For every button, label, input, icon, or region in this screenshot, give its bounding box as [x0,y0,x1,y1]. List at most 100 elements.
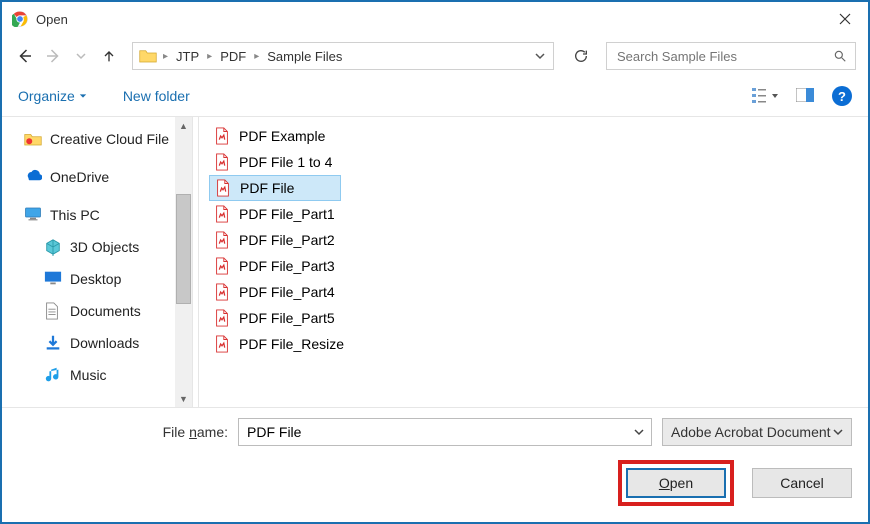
preview-pane-button[interactable] [796,88,814,105]
pdf-icon [213,309,231,327]
file-name: PDF File [240,180,294,196]
refresh-button[interactable] [566,42,596,70]
sidebar-item-label: OneDrive [50,169,109,185]
sidebar-item-label: Downloads [70,335,139,351]
file-name: PDF Example [239,128,325,144]
close-button[interactable] [822,2,868,36]
file-row[interactable]: PDF Example [209,123,868,149]
pdf-icon [213,335,231,353]
file-name: PDF File_Part4 [239,284,335,300]
pc-icon [24,206,42,224]
pdf-icon [214,179,232,197]
pdf-icon [213,283,231,301]
filter-label: Adobe Acrobat Document [671,424,831,440]
sidebar-item-label: Documents [70,303,141,319]
search-icon[interactable] [833,49,847,63]
sidebar-item[interactable]: This PC [2,199,192,231]
chevron-right-icon[interactable]: ▸ [252,51,261,62]
address-bar[interactable]: ▸ JTP ▸ PDF ▸ Sample Files [132,42,554,70]
titlebar: Open [2,2,868,36]
search-box[interactable] [606,42,856,70]
sidebar-scrollbar[interactable]: ▲ ▼ [175,117,192,407]
new-folder-label: New folder [123,88,190,104]
file-name: PDF File_Part1 [239,206,335,222]
file-row[interactable]: PDF File_Part5 [209,305,868,331]
file-name: PDF File 1 to 4 [239,154,332,170]
open-highlight: Open [618,460,734,506]
chevron-down-icon [833,424,843,440]
onedrive-icon [24,168,42,186]
file-name: PDF File_Resize [239,336,344,352]
body: Creative Cloud File OneDrive This PC 3D Obj… [2,116,868,407]
file-row[interactable]: PDF File [209,175,341,201]
sidebar-item-label: Creative Cloud File [50,131,169,147]
pdf-icon [213,257,231,275]
breadcrumb-item[interactable]: JTP [174,49,201,64]
music-icon [44,366,62,384]
chrome-icon [12,11,28,27]
pdf-icon [213,231,231,249]
file-row[interactable]: PDF File_Part3 [209,253,868,279]
sidebar: Creative Cloud File OneDrive This PC 3D Obj… [2,117,192,407]
sidebar-item[interactable]: Music [2,359,192,391]
sidebar-item[interactable]: OneDrive [2,161,192,193]
filename-input-wrap[interactable] [238,418,652,446]
view-mode-button[interactable] [752,87,778,105]
sidebar-item[interactable]: 3D Objects [2,231,192,263]
up-button[interactable] [98,43,120,69]
cancel-label: Cancel [780,475,824,491]
file-row[interactable]: PDF File 1 to 4 [209,149,868,175]
pane-divider[interactable] [192,117,199,407]
organize-label: Organize [18,88,75,104]
sidebar-item[interactable]: Downloads [2,327,192,359]
sidebar-item[interactable]: Documents [2,295,192,327]
file-row[interactable]: PDF File_Part1 [209,201,868,227]
sidebar-item[interactable]: Creative Cloud File [2,123,192,155]
open-button[interactable]: Open [626,468,726,498]
organize-button[interactable]: Organize [18,88,87,104]
forward-button[interactable] [42,43,64,69]
chevron-right-icon[interactable]: ▸ [205,51,214,62]
filename-input[interactable] [239,424,627,440]
recent-dropdown[interactable] [70,43,92,69]
sidebar-item-label: Music [70,367,107,383]
open-dialog: Open ▸ JTP ▸ PDF ▸ Sample Files [0,0,870,524]
scroll-thumb[interactable] [176,194,191,304]
downloads-icon [44,334,62,352]
file-row[interactable]: PDF File_Resize [209,331,868,357]
sidebar-item-label: This PC [50,207,100,223]
3d-icon [44,238,62,256]
sidebar-item-label: 3D Objects [70,239,139,255]
breadcrumb-item[interactable]: Sample Files [265,49,344,64]
address-dropdown[interactable] [527,43,553,69]
sidebar-item-label: Desktop [70,271,121,287]
scroll-up-icon[interactable]: ▲ [175,117,192,134]
nav-row: ▸ JTP ▸ PDF ▸ Sample Files [2,36,868,76]
scroll-down-icon[interactable]: ▼ [175,390,192,407]
sidebar-item[interactable]: Desktop [2,263,192,295]
breadcrumb-item[interactable]: PDF [218,49,248,64]
pdf-icon [213,153,231,171]
new-folder-button[interactable]: New folder [123,88,190,104]
toolbar: Organize New folder ? [2,76,868,116]
file-row[interactable]: PDF File_Part4 [209,279,868,305]
file-type-filter[interactable]: Adobe Acrobat Document [662,418,852,446]
chevron-right-icon[interactable]: ▸ [161,51,170,62]
cancel-button[interactable]: Cancel [752,468,852,498]
window-title: Open [36,12,822,27]
pdf-icon [213,127,231,145]
footer: File name: Adobe Acrobat Document Open [2,407,868,522]
filename-dropdown[interactable] [627,419,651,445]
back-button[interactable] [14,43,36,69]
folder-icon [139,48,157,64]
cc-icon [24,130,42,148]
search-input[interactable] [615,48,833,65]
file-pane[interactable]: PDF Example PDF File 1 to 4 PDF File PDF Fi… [199,117,868,407]
file-row[interactable]: PDF File_Part2 [209,227,868,253]
pdf-icon [213,205,231,223]
desktop-icon [44,270,62,288]
file-name: PDF File_Part5 [239,310,335,326]
file-name: PDF File_Part3 [239,258,335,274]
filename-label: File name: [18,424,228,440]
help-button[interactable]: ? [832,86,852,106]
